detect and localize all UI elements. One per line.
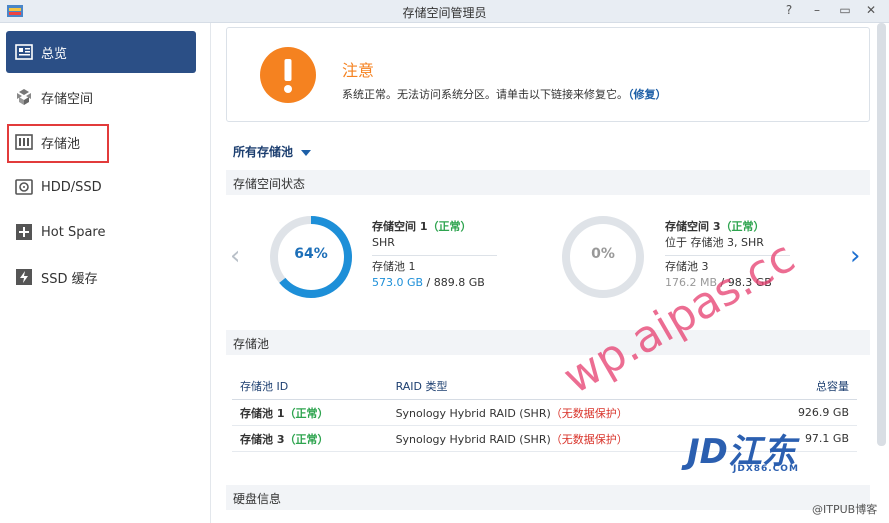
raid-warning: （无数据保护） bbox=[550, 432, 628, 446]
sidebar-item-label: HDD/SSD bbox=[41, 179, 102, 195]
volume-name: 存储空间 3 bbox=[665, 220, 721, 233]
prev-arrow-icon[interactable]: ‹ bbox=[230, 241, 240, 271]
volume-type: SHR bbox=[372, 236, 395, 249]
pool-status: （正常） bbox=[284, 432, 329, 446]
column-header[interactable]: 总容量 bbox=[757, 373, 857, 400]
sidebar-item-label: 总览 bbox=[41, 46, 68, 62]
raid-warning: （无数据保护） bbox=[550, 406, 628, 420]
pool-filter-dropdown[interactable]: 所有存储池 bbox=[233, 143, 312, 160]
title-bar: 存储空间管理员 ? – ▭ ✕ bbox=[0, 0, 889, 23]
logo-subtext: JDX86.COM bbox=[733, 464, 799, 474]
volume-usage-donut: 64% bbox=[268, 214, 354, 300]
hot-spare-icon bbox=[16, 224, 32, 240]
storage-pool-header: 存储池 bbox=[226, 330, 870, 355]
volume-usage-donut: 0% bbox=[560, 214, 646, 300]
sidebar-item-volume[interactable]: 存储空间 bbox=[6, 76, 196, 118]
section-title: 硬盘信息 bbox=[233, 492, 282, 506]
filter-label: 所有存储池 bbox=[233, 145, 294, 159]
next-arrow-icon[interactable]: › bbox=[850, 241, 860, 271]
vertical-scrollbar[interactable] bbox=[877, 23, 886, 446]
sidebar-item-ssd-cache[interactable]: SSD 缓存 bbox=[6, 256, 196, 298]
sidebar-item-label: SSD 缓存 bbox=[41, 271, 98, 287]
window-title: 存储空间管理员 bbox=[402, 6, 487, 20]
overview-icon bbox=[15, 44, 33, 60]
volume-percent: 64% bbox=[294, 246, 328, 262]
highlight-box bbox=[7, 124, 109, 163]
notice-panel: 注意 系统正常。无法访问系统分区。请单击以下链接来修复它。（修复） bbox=[226, 27, 870, 122]
sidebar-item-hot-spare[interactable]: Hot Spare bbox=[6, 211, 196, 253]
column-header[interactable]: 存储池 ID bbox=[232, 373, 388, 400]
volume-status: （正常） bbox=[427, 220, 472, 233]
section-title: 存储池 bbox=[233, 337, 270, 351]
pool-capacity: 926.9 GB bbox=[757, 399, 857, 426]
volume-info: 存储空间 1（正常） SHR 存储池 1 573.0 GB / 889.8 GB bbox=[372, 219, 497, 291]
minimize-icon[interactable]: – bbox=[810, 3, 824, 17]
table-row[interactable]: 存储池 1（正常） Synology Hybrid RAID (SHR)（无数据… bbox=[232, 399, 857, 426]
volume-icon bbox=[17, 89, 31, 105]
volume-total: / 889.8 GB bbox=[423, 276, 485, 289]
volume-pool: 存储池 1 bbox=[372, 260, 416, 273]
repair-link[interactable]: （修复） bbox=[628, 88, 667, 101]
section-title: 存储空间状态 bbox=[233, 177, 306, 191]
sidebar-item-label: 存储空间 bbox=[41, 91, 94, 107]
close-icon[interactable]: ✕ bbox=[864, 3, 878, 17]
notice-text: 系统正常。无法访问系统分区。请单击以下链接来修复它。（修复） bbox=[342, 86, 667, 102]
disk-info-header: 硬盘信息 bbox=[226, 485, 870, 510]
sidebar-item-overview[interactable]: 总览 bbox=[6, 31, 196, 73]
ssd-cache-icon bbox=[16, 269, 32, 285]
volume-status: （正常） bbox=[720, 220, 765, 233]
sidebar: 总览 存储空间 存储池 HDD/SSD Hot Spare SSD 缓存 bbox=[0, 23, 211, 523]
maximize-icon[interactable]: ▭ bbox=[838, 3, 852, 17]
notice-title: 注意 bbox=[342, 61, 375, 80]
sidebar-item-label: Hot Spare bbox=[41, 224, 106, 240]
help-icon[interactable]: ? bbox=[782, 3, 796, 17]
sidebar-item-hdd-ssd[interactable]: HDD/SSD bbox=[6, 166, 196, 208]
credit-watermark: @ITPUB博客 bbox=[812, 503, 878, 516]
volume-used: 573.0 GB bbox=[372, 276, 424, 289]
volume-status-header: 存储空间状态 bbox=[226, 170, 870, 195]
disk-icon bbox=[15, 179, 33, 195]
warning-icon bbox=[260, 47, 316, 103]
notice-message: 系统正常。无法访问系统分区。请单击以下链接来修复它。 bbox=[342, 88, 628, 101]
pool-status: （正常） bbox=[284, 406, 329, 420]
raid-type: Synology Hybrid RAID (SHR) bbox=[395, 406, 551, 420]
raid-type: Synology Hybrid RAID (SHR) bbox=[395, 432, 551, 446]
volume-percent: 0% bbox=[591, 246, 615, 262]
pool-id: 存储池 3 bbox=[240, 432, 285, 446]
caret-down-icon bbox=[301, 149, 312, 156]
pool-id: 存储池 1 bbox=[240, 406, 285, 420]
jd-logo-watermark: JD江东 JDX86.COM bbox=[687, 424, 799, 474]
volume-name: 存储空间 1 bbox=[372, 220, 428, 233]
